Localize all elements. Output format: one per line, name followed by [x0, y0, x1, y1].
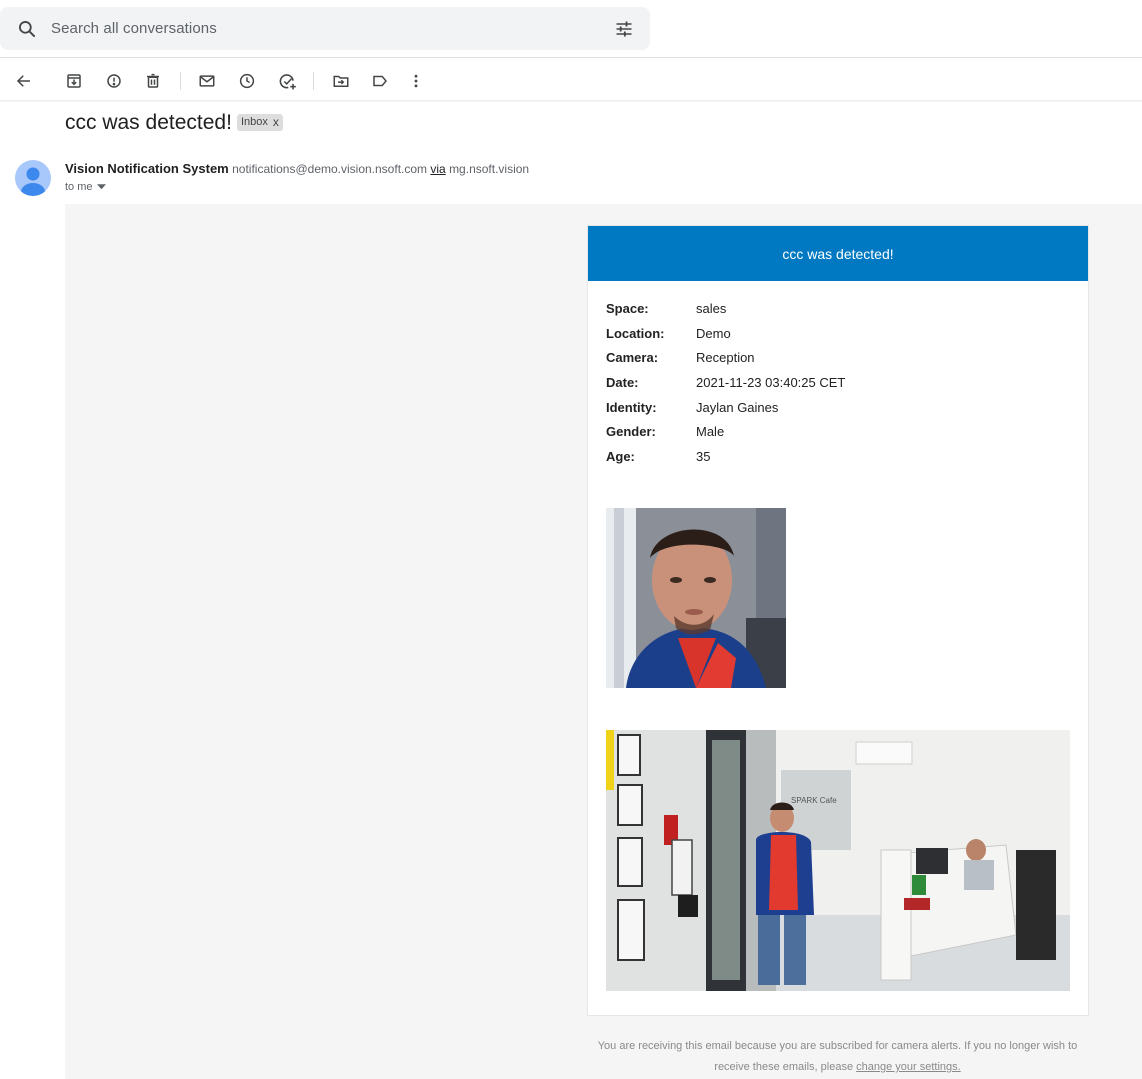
notification-card: ccc was detected! Space: sales Location: D… — [587, 225, 1089, 1016]
email-footer: You are receiving this email because you… — [590, 1036, 1085, 1078]
inbox-label-chip[interactable]: Inbox x — [237, 114, 283, 131]
delete-icon[interactable] — [141, 69, 165, 93]
detail-row: Date: 2021-11-23 03:40:25 CET — [606, 375, 845, 400]
remove-label-button[interactable]: x — [273, 114, 279, 131]
top-divider — [0, 57, 1142, 58]
camera-snapshot-image[interactable]: SPARK Cafe — [606, 730, 1070, 991]
snooze-icon[interactable] — [235, 69, 259, 93]
more-icon[interactable] — [404, 69, 428, 93]
detail-key: Location: — [606, 325, 665, 341]
label-icon[interactable] — [368, 69, 392, 93]
recipient-text: to me — [65, 181, 93, 193]
card-header: ccc was detected! — [588, 226, 1088, 281]
face-crop-image[interactable] — [606, 508, 786, 688]
label-text: Inbox — [241, 116, 268, 128]
detail-value: Jaylan Gaines — [696, 399, 779, 415]
detail-row: Space: sales — [606, 301, 845, 326]
detection-details: Space: sales Location: Demo Camera: Recepti… — [606, 301, 845, 474]
recipients-toggle[interactable]: to me — [65, 181, 106, 193]
footer-text: You are receiving this email because you… — [597, 1040, 1078, 1073]
sender-email: notifications@demo.vision.nsoft.com — [232, 162, 428, 176]
detail-row: Age: 35 — [606, 449, 845, 474]
change-settings-link[interactable]: change your settings. — [856, 1061, 961, 1073]
add-to-tasks-icon[interactable] — [275, 69, 299, 93]
email-subject: ccc was detected! — [65, 111, 232, 134]
detail-row: Identity: Jaylan Gaines — [606, 400, 845, 425]
search-bar[interactable]: Search all conversations — [0, 7, 650, 50]
via-link[interactable]: via — [430, 162, 445, 176]
search-icon[interactable] — [17, 19, 37, 39]
avatar[interactable] — [15, 160, 51, 196]
detail-key: Gender: — [606, 424, 656, 440]
detail-value: 2021-11-23 03:40:25 CET — [696, 375, 846, 391]
detail-key: Age: — [606, 449, 635, 465]
via-domain: mg.nsoft.vision — [449, 162, 530, 176]
mark-unread-icon[interactable] — [195, 69, 219, 93]
detail-key: Date: — [606, 375, 639, 391]
detail-row: Location: Demo — [606, 326, 845, 351]
report-spam-icon[interactable] — [102, 69, 126, 93]
detail-row: Camera: Reception — [606, 350, 845, 375]
move-to-icon[interactable] — [329, 69, 353, 93]
caret-down-icon[interactable] — [96, 184, 106, 190]
search-options-icon[interactable] — [614, 19, 634, 39]
message-toolbar — [0, 62, 1142, 100]
detail-value: Demo — [696, 325, 731, 341]
detail-key: Identity: — [606, 399, 657, 415]
toolbar-divider — [313, 72, 314, 90]
detail-value: sales — [696, 301, 727, 316]
toolbar-shadow — [0, 100, 1142, 102]
sender-info: Vision Notification System notifications… — [65, 161, 529, 176]
sender-name[interactable]: Vision Notification System — [65, 161, 229, 176]
detail-value: Reception — [696, 350, 755, 366]
detail-row: Gender: Male — [606, 424, 845, 449]
detail-key: Camera: — [606, 350, 659, 366]
back-icon[interactable] — [12, 69, 36, 93]
detail-value: Male — [696, 424, 725, 440]
search-input[interactable]: Search all conversations — [51, 20, 217, 37]
archive-icon[interactable] — [62, 69, 86, 93]
detail-value: 35 — [696, 449, 711, 465]
toolbar-divider — [180, 72, 181, 90]
detail-key: Space: — [606, 301, 649, 316]
scene-sign-text: SPARK Cafe — [791, 796, 837, 805]
